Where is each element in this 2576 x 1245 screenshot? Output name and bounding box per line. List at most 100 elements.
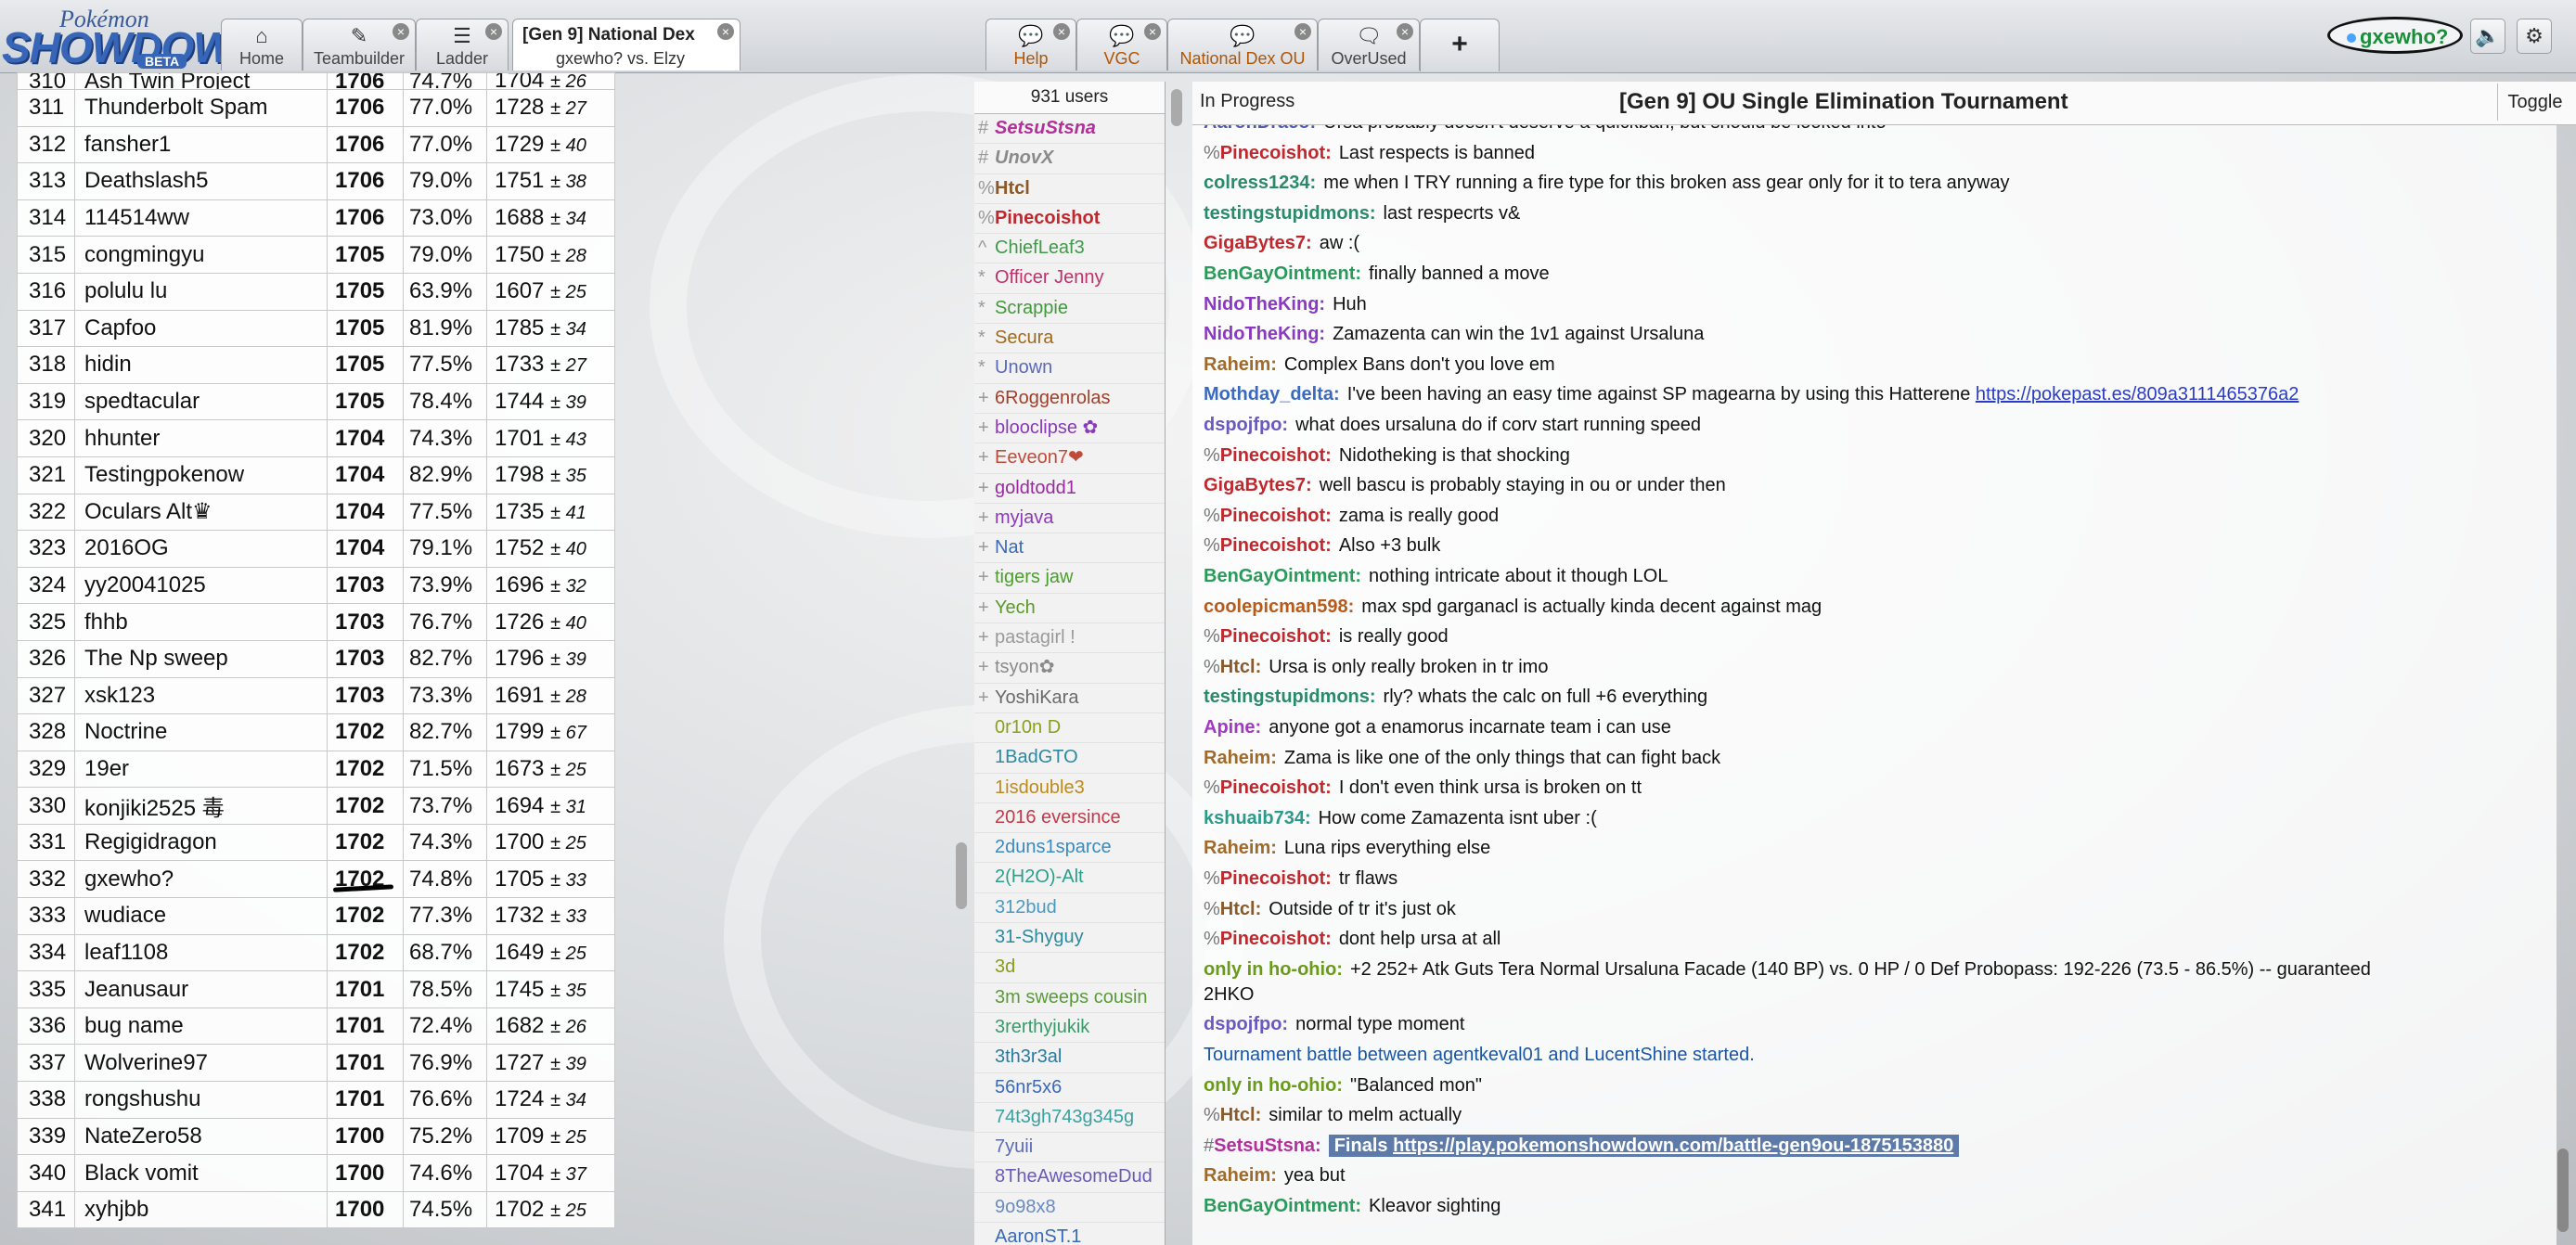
chat-username[interactable]: Pinecoishot: [1220, 626, 1332, 647]
player-name-cell[interactable]: bug name [74, 1007, 328, 1046]
player-name-cell[interactable]: wudiace [74, 897, 328, 935]
user-list-item[interactable]: %Pinecoishot [974, 204, 1165, 235]
user-list-item[interactable]: + myjava [974, 504, 1165, 534]
user-list-item[interactable]: 1isdouble3 [974, 774, 1165, 803]
player-name-cell[interactable]: hhunter [74, 419, 328, 457]
user-list-item[interactable]: %Htcl [974, 174, 1165, 204]
user-list-item[interactable]: 56nr5x6 [974, 1073, 1165, 1103]
chat-username[interactable]: testingstupidmons: [1204, 687, 1376, 707]
tab-room-overused[interactable]: 🗨 OverUsed × [1318, 19, 1420, 71]
user-list-item[interactable]: AaronST.1 [974, 1223, 1165, 1245]
chat-username[interactable]: Raheim: [1204, 1165, 1277, 1186]
user-list-item[interactable]: * Secura [974, 324, 1165, 354]
chat-username[interactable]: dspojfpo: [1204, 1014, 1288, 1034]
tab-room-help[interactable]: 💬 Help × [985, 19, 1076, 71]
user-list-item[interactable]: 2duns1sparce [974, 833, 1165, 864]
chat-username[interactable]: coolepicman598: [1204, 597, 1354, 617]
user-list-item[interactable]: * Scrappie [974, 294, 1165, 325]
user-list-item[interactable]: + Yech [974, 594, 1165, 624]
player-name-cell[interactable]: xsk123 [74, 676, 328, 715]
user-list-item[interactable]: * Unown [974, 353, 1165, 384]
new-tab-button[interactable]: + [1420, 19, 1500, 71]
chat-username[interactable]: Pinecoishot: [1220, 535, 1332, 556]
user-list-item[interactable]: # SetsuStsna [974, 114, 1165, 145]
player-name-cell[interactable]: The Np sweep [74, 639, 328, 678]
player-name-cell[interactable]: fansher1 [74, 125, 328, 164]
close-icon[interactable]: × [485, 23, 502, 40]
chat-username[interactable]: colress1234: [1204, 173, 1316, 193]
chat-username[interactable]: Pinecoishot: [1220, 445, 1332, 466]
user-list-item[interactable]: * Officer Jenny [974, 263, 1165, 294]
settings-button[interactable]: ⚙ [2517, 19, 2552, 54]
showdown-logo[interactable]: Pokémon SHOWDOWN BETA [2, 4, 264, 71]
player-name-cell[interactable]: Wolverine97 [74, 1044, 328, 1083]
user-list-item[interactable]: 312bud [974, 893, 1165, 924]
user-list-item[interactable]: + blooclipse ✿ [974, 414, 1165, 444]
user-count[interactable]: 931 users [974, 82, 1165, 114]
user-list-item[interactable]: + Eeveon7❤ [974, 443, 1165, 474]
user-list-item[interactable]: ^ ChiefLeaf3 [974, 234, 1165, 264]
player-name-cell[interactable]: Oculars Alt♛ [74, 493, 328, 532]
tab-home[interactable]: ⌂ Home [221, 19, 303, 71]
chat-username[interactable]: testingstupidmons: [1204, 203, 1376, 224]
player-name-cell[interactable]: polulu lu [74, 272, 328, 311]
user-list-item[interactable]: 3d [974, 953, 1165, 983]
user-list-item[interactable]: 1BadGTO [974, 743, 1165, 774]
player-name-cell[interactable]: spedtacular [74, 382, 328, 421]
user-list-item[interactable]: + pastagirl ! [974, 623, 1165, 654]
close-icon[interactable]: × [1144, 23, 1161, 40]
player-name-cell[interactable]: Testingpokenow [74, 456, 328, 494]
chat-username[interactable]: Pinecoishot: [1220, 929, 1332, 949]
chat-username[interactable]: BenGayOintment: [1204, 263, 1361, 284]
chat-username[interactable]: BenGayOintment: [1204, 566, 1361, 586]
chat-scrollbar[interactable] [2557, 1149, 2569, 1232]
player-name-cell[interactable]: 2016OG [74, 530, 328, 568]
tab-room-national-dex-ou[interactable]: 💬 National Dex OU × [1167, 19, 1318, 71]
chat-username[interactable]: Pinecoishot: [1220, 506, 1332, 526]
chat-username[interactable]: NidoTheKing: [1204, 294, 1325, 314]
close-icon[interactable]: × [1053, 23, 1070, 40]
chat-username[interactable]: Raheim: [1204, 748, 1277, 768]
player-name-cell[interactable]: Black vomit [74, 1154, 328, 1192]
user-list-item[interactable]: +6Roggenrolas [974, 384, 1165, 414]
tab-teambuilder[interactable]: ✎ Teambuilder × [303, 19, 416, 71]
player-name-cell[interactable]: 114514ww [74, 199, 328, 237]
close-icon[interactable]: × [393, 23, 409, 40]
player-name-cell[interactable]: fhhb [74, 603, 328, 641]
chat-username[interactable]: Mothday_delta: [1204, 384, 1340, 404]
user-list-item[interactable]: # UnovX [974, 144, 1165, 174]
player-name-cell[interactable]: Ash Twin Project [74, 72, 328, 90]
player-name-cell[interactable]: Jeanusaur [74, 970, 328, 1008]
chat-username[interactable]: Apine: [1204, 717, 1261, 738]
tab-ladder[interactable]: ☰ Ladder × [416, 19, 509, 71]
player-name-cell[interactable]: Capfoo [74, 309, 328, 348]
user-list-item[interactable]: 8TheAwesomeDud [974, 1162, 1165, 1193]
user-list-item[interactable]: 0r10n D [974, 713, 1165, 744]
chat-username[interactable]: AaronDraco: [1204, 125, 1316, 133]
chat-username[interactable]: kshuaib734: [1204, 808, 1311, 828]
tab-room-vgc[interactable]: 💬 VGC × [1076, 19, 1167, 71]
chat-username[interactable]: SetsuStsna: [1214, 1136, 1321, 1156]
chat-link[interactable]: https://pokepast.es/809a3111465376a2 [1976, 384, 2299, 404]
tab-battle[interactable]: [Gen 9] National Dex gxewho? vs. Elzy × [512, 19, 741, 71]
sound-button[interactable]: 🔈 [2470, 19, 2505, 54]
chat-username[interactable]: Pinecoishot: [1220, 143, 1332, 163]
chat-username[interactable]: dspojfpo: [1204, 415, 1288, 435]
user-list-item[interactable]: + Nat [974, 533, 1165, 564]
chat-username[interactable]: Htcl: [1220, 1105, 1261, 1125]
user-list-item[interactable]: 7yuii [974, 1133, 1165, 1163]
user-list-item[interactable]: + tigers jaw [974, 563, 1165, 594]
chat-username[interactable]: only in ho-ohio: [1204, 1075, 1343, 1096]
player-name-cell[interactable]: NateZero58 [74, 1117, 328, 1156]
player-name-cell[interactable]: leaf1108 [74, 933, 328, 972]
ladder-scrollbar[interactable] [956, 842, 967, 909]
chat-username[interactable]: only in ho-ohio: [1204, 959, 1343, 980]
player-name-cell[interactable]: 19er [74, 750, 328, 789]
user-list-scrollbar[interactable] [1171, 89, 1182, 126]
chat-link[interactable]: https://play.pokemonshowdown.com/battle-… [1393, 1136, 1953, 1156]
chat-username[interactable]: BenGayOintment: [1204, 1196, 1361, 1216]
chat-username[interactable]: NidoTheKing: [1204, 324, 1325, 344]
user-list-item[interactable]: 2(H2O)-Alt [974, 863, 1165, 893]
user-list-item[interactable]: 74t3gh743g345g [974, 1103, 1165, 1134]
player-name-cell[interactable]: congmingyu [74, 236, 328, 274]
